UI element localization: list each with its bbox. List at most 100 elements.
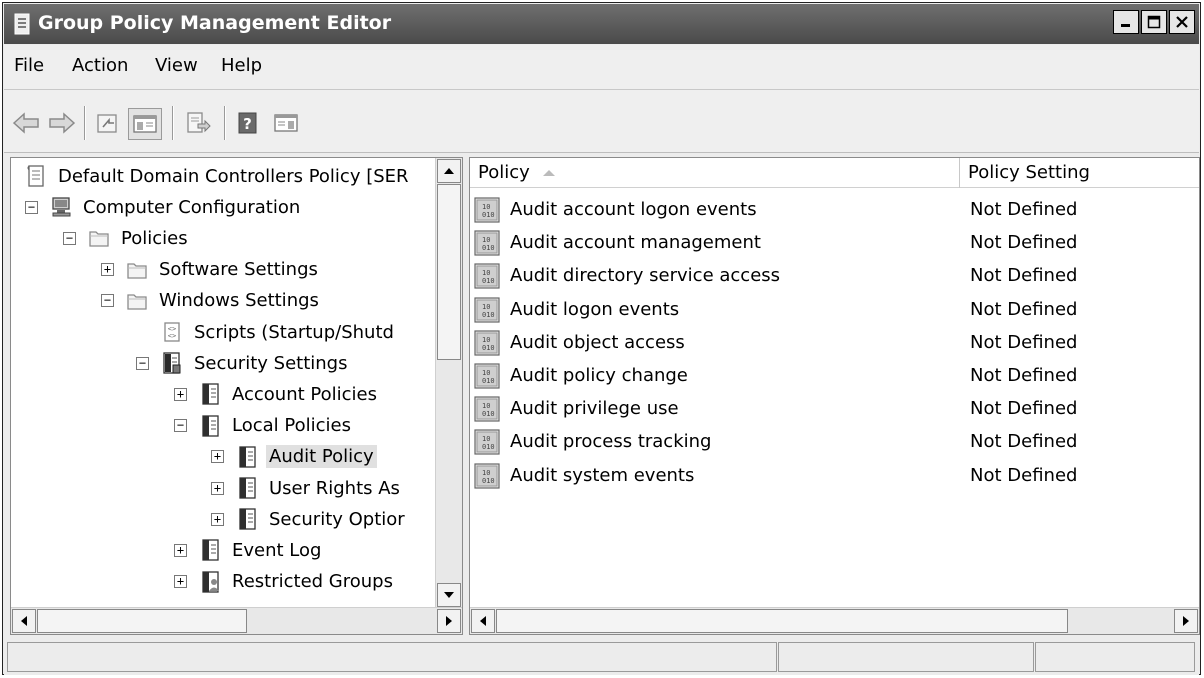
collapse-icon[interactable]: −: [174, 419, 187, 433]
sort-ascending-icon: [542, 169, 555, 176]
scroll-thumb[interactable]: [437, 184, 461, 360]
svg-text:10: 10: [482, 469, 490, 477]
expand-icon[interactable]: +: [101, 263, 114, 277]
scroll-up-button[interactable]: [437, 159, 461, 183]
tree-vertical-scrollbar[interactable]: [435, 158, 462, 608]
show-hide-action-pane-button[interactable]: [270, 108, 302, 138]
title-bar[interactable]: Group Policy Management Editor: [4, 4, 1199, 44]
svg-text:010: 010: [482, 211, 495, 219]
policy-name: Audit process tracking: [510, 431, 712, 453]
scroll-right-button[interactable]: [1174, 609, 1198, 633]
tree-node[interactable]: + Restricted Groups: [174, 567, 396, 597]
tree-node[interactable]: + Account Policies: [174, 379, 380, 409]
window-title: Group Policy Management Editor: [38, 12, 392, 34]
tree-node[interactable]: + User Rights As: [211, 473, 403, 503]
expand-icon[interactable]: +: [174, 387, 187, 401]
tree-node-label: Security Settings: [194, 352, 348, 374]
policy-book-icon: [239, 477, 256, 499]
policy-icon: 10010: [474, 296, 500, 323]
policy-setting: Not Defined: [970, 298, 1078, 320]
scroll-down-button[interactable]: [437, 583, 461, 607]
expand-icon[interactable]: +: [211, 512, 224, 526]
svg-text:<>: <>: [168, 332, 176, 340]
policy-row[interactable]: 10 010 Audit object access Not Defined: [470, 326, 1199, 359]
svg-text:010: 010: [482, 377, 495, 385]
help-button[interactable]: ?: [232, 108, 264, 138]
minimize-button[interactable]: [1113, 10, 1139, 34]
tree-node[interactable]: + Event Log: [174, 535, 324, 565]
menu-help[interactable]: Help: [221, 55, 262, 76]
column-header-policy-setting[interactable]: Policy Setting: [960, 158, 1199, 188]
tree-node[interactable]: − Security Settings: [136, 348, 350, 378]
export-list-button[interactable]: [182, 108, 214, 138]
policy-row[interactable]: 10 010 Audit system events Not Defined: [470, 459, 1199, 492]
menu-file[interactable]: File: [14, 55, 44, 76]
tree-node[interactable]: − Windows Settings: [101, 286, 322, 316]
expand-icon[interactable]: +: [211, 481, 224, 495]
collapse-icon[interactable]: −: [25, 200, 38, 214]
collapse-icon[interactable]: −: [63, 231, 76, 245]
policy-name: Audit directory service access: [510, 265, 781, 287]
arrow-right-icon: [446, 616, 452, 626]
expand-icon[interactable]: +: [174, 543, 187, 557]
maximize-icon: [1147, 15, 1161, 29]
scroll-right-button[interactable]: [437, 609, 461, 633]
toolbar-separator: [172, 106, 174, 140]
menu-view[interactable]: View: [155, 55, 198, 76]
forward-button[interactable]: [46, 108, 78, 138]
expand-icon[interactable]: +: [211, 450, 224, 464]
up-folder-icon: [97, 114, 117, 133]
maximize-button[interactable]: [1141, 10, 1167, 34]
tree-node-label: Account Policies: [232, 383, 377, 405]
collapse-icon[interactable]: −: [101, 294, 114, 308]
tree-node[interactable]: <> <> Scripts (Startup/Shutd: [136, 317, 397, 347]
policy-row[interactable]: 10 010 Audit directory service access Not D…: [470, 259, 1199, 292]
close-button[interactable]: [1169, 10, 1195, 34]
restricted-groups-icon: [202, 570, 219, 593]
app-window: Group Policy Management Editor File Acti…: [2, 2, 1201, 675]
tree-node-label: Audit Policy: [266, 445, 377, 469]
scroll-thumb[interactable]: [37, 609, 247, 633]
list-horizontal-scrollbar[interactable]: [470, 607, 1199, 634]
tree-node[interactable]: + Software Settings: [101, 255, 321, 285]
svg-text:010: 010: [482, 277, 495, 285]
folder-icon: [127, 294, 147, 310]
scroll-left-button[interactable]: [12, 609, 36, 633]
scroll-left-button[interactable]: [471, 609, 495, 633]
tree-node[interactable]: Default Domain Controllers Policy [SER: [25, 161, 412, 191]
collapse-icon[interactable]: −: [136, 356, 149, 370]
tree-node[interactable]: + Security Optior: [211, 504, 408, 534]
up-folder-button[interactable]: [92, 108, 124, 138]
policy-row[interactable]: 10 010 Audit process tracking Not Defined: [470, 425, 1199, 458]
tree-node[interactable]: − Policies: [63, 223, 191, 253]
policy-row[interactable]: 10 010 Audit account management Not Defined: [470, 226, 1199, 259]
policy-name: Audit privilege use: [510, 398, 679, 420]
policy-name: Audit account logon events: [510, 199, 757, 220]
policy-icon: 10010: [474, 230, 500, 256]
console-tree-pane: Default Domain Controllers Policy [SER − C…: [10, 157, 463, 635]
policy-icon: 10010: [474, 429, 500, 455]
policy-setting: Not Defined: [970, 431, 1078, 453]
policy-row[interactable]: 10 010 Audit logon events Not Defined: [470, 293, 1199, 326]
menu-action[interactable]: Action: [72, 55, 128, 76]
computer-icon: [52, 197, 71, 217]
tree-node[interactable]: − Local Policies: [174, 411, 354, 441]
policy-row[interactable]: 10 010 Audit account logon events Not Defin…: [470, 193, 1199, 226]
tree-node[interactable]: + Audit Policy: [211, 442, 377, 472]
show-hide-tree-button[interactable]: [128, 108, 162, 140]
tree-node[interactable]: − Computer Configuration: [25, 192, 303, 222]
policy-row[interactable]: 10 010 Audit privilege use Not Defined: [470, 392, 1199, 425]
arrow-down-icon: [444, 592, 454, 598]
tree-node-label: Local Policies: [232, 415, 351, 437]
expand-icon[interactable]: +: [174, 575, 187, 589]
tree-node-label: User Rights As: [269, 477, 400, 499]
tree-horizontal-scrollbar[interactable]: [11, 607, 462, 634]
column-header-policy-setting-label: Policy Setting: [968, 162, 1090, 183]
back-button[interactable]: [10, 108, 42, 138]
status-bar: [4, 639, 1199, 675]
scroll-thumb[interactable]: [496, 609, 1068, 633]
policy-icon: 10010: [474, 330, 500, 356]
column-header-policy[interactable]: Policy: [470, 158, 959, 188]
policy-row[interactable]: 10 010 Audit policy change Not Defined: [470, 359, 1199, 392]
arrow-right-icon: [1183, 616, 1189, 626]
